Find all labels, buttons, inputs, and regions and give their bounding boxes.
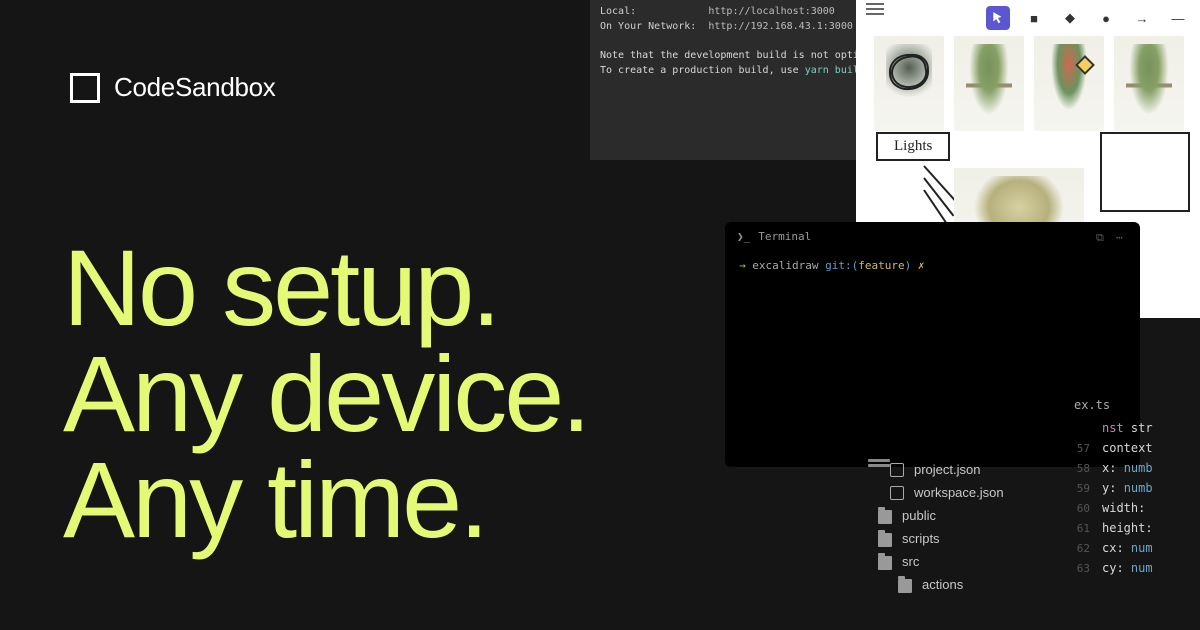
folder-name: actions (922, 577, 963, 592)
file-icon (890, 486, 904, 500)
git-suffix: ) (905, 259, 912, 272)
folder-name: public (902, 508, 936, 523)
code-text: context (1102, 441, 1153, 455)
headline-line-1: No setup. (63, 235, 588, 341)
network-url: http://192.168.43.1:3000 (708, 21, 853, 32)
terminal-prompt-icon: ❯_ (737, 230, 750, 243)
editor-filename: ex.ts (1074, 396, 1200, 418)
square-tool-icon[interactable]: ■ (1022, 6, 1046, 30)
file-name: project.json (914, 462, 980, 477)
file-tree-folder[interactable]: public (858, 504, 1068, 527)
drawing-toolbar: ■ ◆ ● → — (976, 0, 1200, 36)
code-text: cx: num (1102, 541, 1153, 555)
prompt-arrow: → (739, 259, 746, 272)
line-number: 58 (1068, 462, 1090, 475)
file-tree: project.json workspace.json public scrip… (858, 458, 1068, 596)
headline-line-3: Any time. (63, 447, 588, 553)
folder-icon (898, 579, 912, 593)
code-editor[interactable]: ex.ts nst str 57 context 58 x: numb 59 y: numb… (1068, 396, 1200, 578)
code-line[interactable]: 59 y: numb (1068, 478, 1200, 498)
code-line[interactable]: 58 x: numb (1068, 458, 1200, 478)
file-tree-item[interactable]: workspace.json (858, 481, 1068, 504)
code-line[interactable]: 61 height: (1068, 518, 1200, 538)
headline-line-2: Any device. (63, 341, 588, 447)
code-line[interactable]: 62 cx: num (1068, 538, 1200, 558)
canvas-rectangle[interactable] (1100, 132, 1190, 212)
canvas-image[interactable] (1114, 36, 1184, 131)
terminal-header: ❯_ Terminal ⧉ ⋯ (725, 222, 1140, 251)
terminal-title: Terminal (758, 230, 1088, 243)
code-line[interactable]: 57 context (1068, 438, 1200, 458)
git-prefix: git:( (825, 259, 858, 272)
local-label: Local: (600, 6, 636, 17)
headline: No setup. Any device. Any time. (63, 235, 588, 552)
folder-name: scripts (902, 531, 940, 546)
logo-icon (70, 73, 100, 103)
diamond-tool-icon[interactable]: ◆ (1058, 6, 1082, 30)
canvas-text-label[interactable]: Lights (876, 132, 950, 161)
folder-icon (878, 510, 892, 524)
code-line[interactable]: 60 width: (1068, 498, 1200, 518)
code-text: cy: num (1102, 561, 1153, 575)
terminal-body[interactable]: → excalidraw git:(feature) ✗ (725, 251, 1140, 280)
prompt-dir: excalidraw (752, 259, 818, 272)
code-line[interactable]: nst str (1068, 418, 1200, 438)
line-number: 59 (1068, 482, 1090, 495)
code-text: nst str (1102, 421, 1153, 435)
hamburger-icon[interactable] (866, 8, 884, 10)
file-tree-folder[interactable]: actions (858, 573, 1068, 596)
brand-name: CodeSandbox (114, 72, 276, 103)
dev-server-terminal: Local: http://localhost:3000 On Your Net… (590, 0, 856, 160)
file-icon (890, 463, 904, 477)
terminal-more-icon[interactable]: ⋯ (1116, 231, 1128, 243)
circle-tool-icon[interactable]: ● (1094, 6, 1118, 30)
line-number: 61 (1068, 522, 1090, 535)
folder-name: src (902, 554, 919, 569)
file-tree-folder[interactable]: src (858, 550, 1068, 573)
pointer-tool-icon[interactable] (986, 6, 1010, 30)
code-text: x: numb (1102, 461, 1153, 475)
code-text: width: (1102, 501, 1145, 515)
code-text: y: numb (1102, 481, 1153, 495)
split-terminal-icon[interactable]: ⧉ (1096, 231, 1108, 243)
line-tool-icon[interactable]: — (1166, 6, 1190, 30)
line-number: 63 (1068, 562, 1090, 575)
build-note-2a: To create a production build, use (600, 65, 805, 76)
network-label: On Your Network: (600, 21, 696, 32)
file-tree-item[interactable]: project.json (858, 458, 1068, 481)
canvas-image[interactable] (954, 36, 1024, 131)
folder-icon (878, 556, 892, 570)
git-branch: feature (858, 259, 904, 272)
line-number: 57 (1068, 442, 1090, 455)
arrow-tool-icon[interactable]: → (1130, 6, 1154, 30)
build-note-1: Note that the development build is not o… (600, 48, 846, 63)
file-tree-folder[interactable]: scripts (858, 527, 1068, 550)
git-dirty-icon: ✗ (918, 259, 925, 272)
folder-icon (878, 533, 892, 547)
file-name: workspace.json (914, 485, 1004, 500)
line-number: 62 (1068, 542, 1090, 555)
code-line[interactable]: 63 cy: num (1068, 558, 1200, 578)
line-number: 60 (1068, 502, 1090, 515)
code-text: height: (1102, 521, 1153, 535)
canvas-image[interactable] (1034, 36, 1104, 131)
brand-logo: CodeSandbox (70, 72, 276, 103)
local-url: http://localhost:3000 (708, 6, 834, 17)
